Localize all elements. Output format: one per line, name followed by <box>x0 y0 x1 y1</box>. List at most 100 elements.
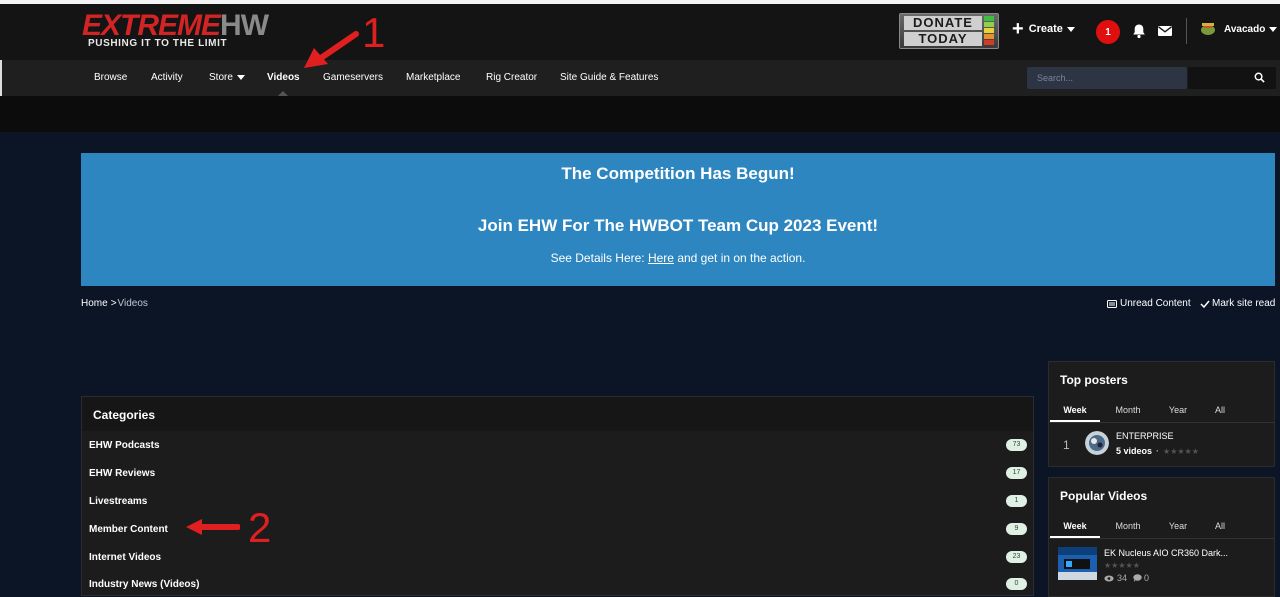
plus-icon: + <box>1012 18 1024 40</box>
bell-icon[interactable] <box>1131 23 1147 39</box>
poster-avatar-image <box>1085 431 1109 455</box>
category-name: Industry News (Videos) <box>89 579 200 590</box>
check-icon <box>1200 300 1210 308</box>
breadcrumb-separator: > <box>110 298 117 309</box>
unread-content-link[interactable]: Unread Content <box>1107 298 1191 309</box>
tab-all[interactable]: All <box>1195 514 1245 538</box>
top-posters-panel: Top posters Week Month Year All 1 ENTERP… <box>1048 361 1275 467</box>
category-name: Internet Videos <box>89 552 162 563</box>
breadcrumb: Home >Videos <box>81 298 148 309</box>
user-avatar <box>1201 23 1215 35</box>
logo-wordmark-hw: HW <box>220 9 269 42</box>
category-count-badge: 0 <box>1006 578 1027 590</box>
video-stats: 34 0 <box>1104 573 1149 583</box>
nav-active-indicator <box>278 91 288 96</box>
comment-icon <box>1133 574 1142 582</box>
banner-text-after: and get in on the action. <box>673 251 806 265</box>
video-thumbnail-image <box>1058 547 1097 580</box>
header-sub-band <box>0 96 1280 132</box>
category-name: Livestreams <box>89 496 148 507</box>
banner-text: See Details Here: Here and get in on the… <box>81 251 1275 265</box>
categories-panel: Categories EHW Podcasts 73 EHW Reviews 1… <box>81 396 1034 596</box>
category-count-badge: 9 <box>1006 523 1027 535</box>
donate-button[interactable]: DONATE TODAY <box>899 13 999 49</box>
nav-store-label: Store <box>209 72 233 83</box>
top-posters-title: Top posters <box>1060 373 1128 387</box>
poster-name[interactable]: ENTERPRISE <box>1116 431 1174 441</box>
envelope-icon[interactable] <box>1157 23 1173 39</box>
video-thumbnail[interactable] <box>1058 547 1097 580</box>
video-comment-count: 0 <box>1144 573 1150 583</box>
nav-activity[interactable]: Activity <box>151 60 183 96</box>
poster-stats-separator: · <box>1156 446 1160 456</box>
nav-browse[interactable]: Browse <box>94 60 127 96</box>
breadcrumb-current: Videos <box>117 298 148 309</box>
search-button[interactable] <box>1188 67 1276 89</box>
poster-avatar[interactable] <box>1085 431 1109 455</box>
create-menu-button[interactable]: + Create <box>1012 18 1075 40</box>
create-label: Create <box>1028 23 1063 35</box>
category-row[interactable]: EHW Reviews 17 <box>89 464 1027 484</box>
annotation-arrow-2 <box>186 519 240 535</box>
poster-stats: 5 videos · ★★★★★ <box>1116 446 1199 456</box>
caret-down-icon <box>1066 26 1075 32</box>
category-count-badge: 73 <box>1006 439 1027 451</box>
categories-header: Categories <box>82 397 1033 431</box>
search-input[interactable] <box>1027 67 1187 89</box>
popular-videos-title: Popular Videos <box>1060 489 1148 503</box>
category-name: EHW Podcasts <box>89 440 160 451</box>
annotation-number-2: 2 <box>248 504 272 551</box>
unread-content-label: Unread Content <box>1120 298 1191 309</box>
nav-gameservers[interactable]: Gameservers <box>323 60 383 96</box>
poster-rank: 1 <box>1063 438 1070 452</box>
nav-rig-creator[interactable]: Rig Creator <box>486 60 537 96</box>
user-menu[interactable]: Avacado <box>1199 20 1278 38</box>
mark-site-read-link[interactable]: Mark site read <box>1200 298 1275 309</box>
nav-site-guide[interactable]: Site Guide & Features <box>560 60 658 96</box>
tab-all[interactable]: All <box>1195 398 1245 422</box>
popular-videos-tabs: Week Month Year All <box>1049 514 1274 539</box>
banner-heading-2: Join EHW For The HWBOT Team Cup 2023 Eve… <box>477 216 879 235</box>
video-view-count: 34 <box>1117 573 1128 583</box>
caret-down-icon <box>1269 26 1278 32</box>
top-posters-tabs: Week Month Year All <box>1049 398 1274 423</box>
nav-marketplace[interactable]: Marketplace <box>406 60 460 96</box>
site-logo[interactable]: EXTREMEHW PUSHING IT TO THE LIMIT <box>82 9 294 53</box>
eye-icon <box>1104 575 1114 581</box>
notification-count-badge[interactable]: 1 <box>1096 20 1120 44</box>
nav-store[interactable]: Store <box>209 60 245 96</box>
category-name: EHW Reviews <box>89 468 156 479</box>
header-divider <box>1186 18 1187 44</box>
caret-down-icon <box>236 75 245 80</box>
annotation-number-1: 1 <box>362 9 386 56</box>
rating-stars-icon: ★★★★★ <box>1163 446 1199 456</box>
logo-tagline: PUSHING IT TO THE LIMIT <box>88 38 228 49</box>
category-row[interactable]: Industry News (Videos) 0 <box>89 575 1027 595</box>
popular-videos-panel: Popular Videos Week Month Year All EK Nu… <box>1048 477 1275 597</box>
tab-week[interactable]: Week <box>1050 514 1100 538</box>
donate-label-line2: TODAY <box>904 32 982 46</box>
banner-text-before: See Details Here: <box>550 251 648 265</box>
announcement-banner: The Competition Has Begun! Join EHW For … <box>81 153 1275 286</box>
category-row[interactable]: Internet Videos 23 <box>89 548 1027 568</box>
category-count-badge: 17 <box>1006 467 1027 479</box>
category-row[interactable]: EHW Podcasts 73 <box>89 436 1027 456</box>
tab-month[interactable]: Month <box>1103 398 1153 422</box>
category-count-badge: 23 <box>1006 551 1027 563</box>
rating-stars-icon: ★★★★★ <box>1104 561 1140 570</box>
category-name: Member Content <box>89 524 168 535</box>
donate-meter-icon <box>984 16 994 46</box>
poster-video-count: 5 videos <box>1116 446 1153 456</box>
mark-site-read-label: Mark site read <box>1212 298 1276 309</box>
video-title-link[interactable]: EK Nucleus AIO CR360 Dark... <box>1104 548 1228 558</box>
banner-details-link[interactable]: Here <box>648 251 674 265</box>
search-icon <box>1254 72 1265 83</box>
categories-title: Categories <box>93 408 156 422</box>
unread-icon <box>1107 299 1117 308</box>
donate-label-line1: DONATE <box>904 16 982 30</box>
breadcrumb-home[interactable]: Home <box>81 298 108 309</box>
tab-month[interactable]: Month <box>1103 514 1153 538</box>
tab-week[interactable]: Week <box>1050 398 1100 422</box>
banner-heading-1: The Competition Has Begun! <box>561 164 795 183</box>
category-row[interactable]: Livestreams 1 <box>89 492 1027 512</box>
